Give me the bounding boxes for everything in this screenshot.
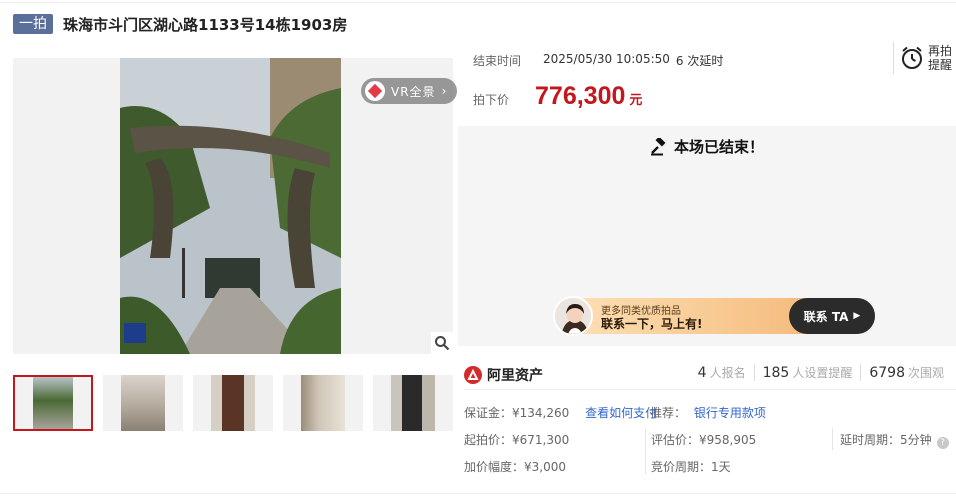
chevron-right-icon: › — [441, 84, 447, 98]
increment: 加价幅度：¥3,000 — [464, 460, 566, 474]
stat-signups: 4 人报名 — [697, 365, 746, 381]
page-title: 珠海市斗门区湖心路1133号14栋1903房 — [63, 15, 348, 34]
deposit-row: 保证金：¥134,260 查看如何支付 — [464, 404, 657, 421]
thumbnail-5[interactable] — [373, 375, 453, 431]
thumbnail-4[interactable] — [283, 375, 363, 431]
vr-icon — [365, 81, 385, 101]
delay-period: 延时周期：5分钟? — [840, 431, 949, 449]
bottom-divider — [0, 493, 956, 494]
price-value: 776,300 — [535, 82, 626, 110]
how-to-pay-link[interactable]: 查看如何支付 — [585, 406, 657, 420]
price-label: 拍下价 — [473, 93, 510, 107]
thumbnail-2[interactable] — [103, 375, 183, 431]
delay-count: 6 次延时 — [675, 54, 724, 68]
price-unit: 元 — [629, 93, 643, 108]
platform-row: 阿里资产 4 人报名 185 人设置提醒 6798 次围观 — [464, 360, 956, 390]
zoom-button[interactable] — [431, 332, 453, 354]
stat-views: 6798 次围观 — [860, 364, 952, 381]
top-divider — [0, 2, 956, 3]
auction-ended-message: 本场已结束！ — [650, 136, 764, 157]
round-badge: 一拍 — [13, 14, 53, 34]
vr-panorama-button[interactable]: VR全景 › — [361, 78, 457, 104]
bid-period: 竞价周期：1天 — [651, 460, 731, 474]
end-time-label: 结束时间 — [473, 54, 522, 68]
ali-logo-icon — [464, 365, 482, 384]
end-time-row: 结束时间 2025/05/30 10:05:50 6 次延时 — [473, 52, 723, 69]
help-icon[interactable]: ? — [936, 437, 949, 449]
promo-title: 联系一下，马上有! — [601, 317, 703, 331]
start-price: 起拍价：¥671,300 — [464, 433, 570, 447]
gavel-icon — [651, 137, 666, 155]
contact-promo-banner[interactable]: 更多同类优质拍品 联系一下，马上有! 联系 TA ▶ — [553, 296, 875, 336]
alarm-clock-icon — [902, 46, 922, 69]
recommend-row: 推荐： 银行专用款项 — [650, 404, 766, 421]
contact-button[interactable]: 联系 TA ▶ — [789, 298, 875, 334]
column-divider-2 — [832, 428, 833, 450]
ali-assets-logo[interactable]: 阿里资产 — [464, 365, 543, 385]
bank-funds-link[interactable]: 银行专用款项 — [694, 406, 766, 420]
agent-avatar — [553, 296, 593, 336]
main-photo-viewer[interactable]: VR全景 › — [13, 58, 457, 354]
stat-reminders: 185 人设置提醒 — [753, 364, 861, 381]
magnifier-icon — [435, 336, 450, 351]
deposit-value: 保证金：¥134,260 — [464, 406, 570, 420]
recommend-label: 推荐： — [650, 406, 687, 420]
end-time-value: 2025/05/30 10:05:50 — [543, 52, 670, 66]
thumbnail-3[interactable] — [193, 375, 273, 431]
vr-label: VR全景 — [391, 84, 436, 99]
property-photo — [120, 58, 341, 354]
remind-text: 再拍 提醒 — [928, 44, 953, 72]
play-arrow-icon: ▶ — [853, 311, 861, 321]
assess-price: 评估价：¥958,905 — [651, 433, 757, 447]
thumbnail-strip — [13, 375, 463, 431]
final-price-row: 拍下价 776,300 元 — [473, 82, 642, 111]
auction-ended-panel: 本场已结束！ 更多同类优质拍品 联系一下，马上有! 联系 TA ▶ — [458, 126, 956, 346]
stats-bar: 4 人报名 185 人设置提醒 6798 次围观 — [690, 364, 952, 381]
column-divider-1 — [645, 428, 646, 474]
thumbnail-1[interactable] — [13, 375, 93, 431]
header: 一拍 珠海市斗门区湖心路1133号14栋1903房 — [13, 13, 347, 35]
remind-again-button[interactable]: 再拍 提醒 — [893, 42, 952, 74]
